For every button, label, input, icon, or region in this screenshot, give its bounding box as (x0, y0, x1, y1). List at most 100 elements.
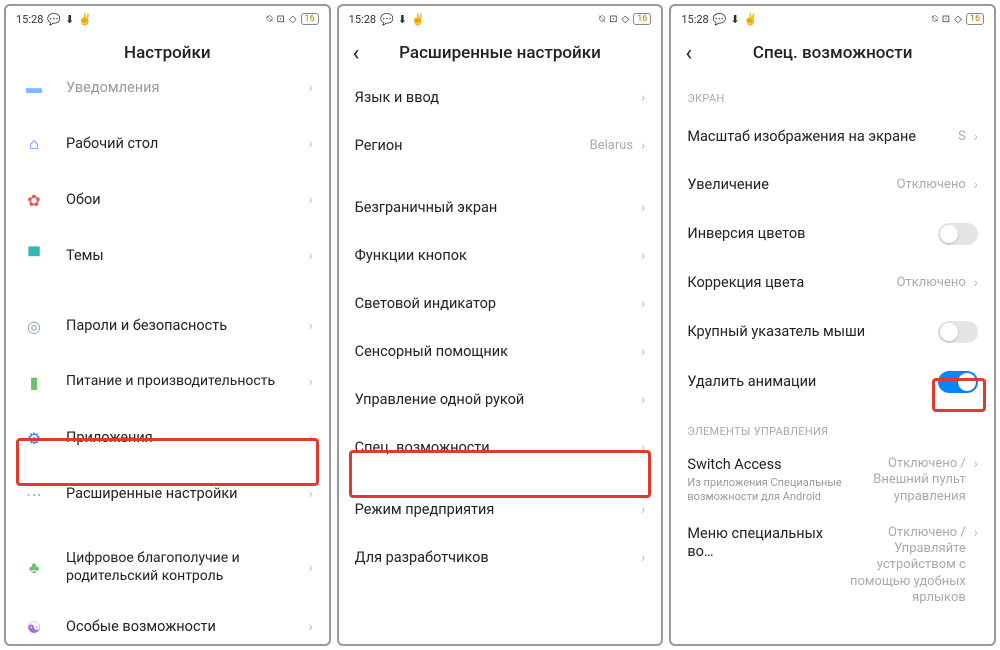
notif-icon: 💬 (380, 13, 394, 26)
chevron-right-icon: › (308, 374, 312, 390)
battery-badge: 16 (301, 13, 319, 25)
item-large-pointer[interactable]: Крупный указатель мыши (671, 307, 994, 357)
sim-icon: ⊡ (276, 14, 284, 25)
misc-icon: ✌ (744, 13, 758, 26)
battery-badge: 16 (966, 13, 984, 25)
notif-icon: 💬 (713, 13, 727, 26)
chevron-right-icon: › (974, 177, 978, 193)
flower-icon: ✿ (20, 186, 48, 214)
page-title: Расширенные настройки (399, 43, 601, 63)
item-apps[interactable]: ⚙ Приложения › (6, 410, 329, 466)
item-accessibility-menu[interactable]: Меню специальных во… Отключено / Управля… (671, 515, 994, 620)
chevron-right-icon: › (641, 440, 645, 456)
back-button[interactable]: ‹ (353, 41, 360, 66)
toggle-remove-animations[interactable] (938, 371, 978, 393)
back-button[interactable]: ‹ (685, 41, 692, 66)
status-time: 15:28 (16, 13, 43, 26)
item-region[interactable]: Регион Belarus › (339, 122, 662, 170)
item-enterprise[interactable]: Режим предприятия › (339, 486, 662, 534)
statusbar: 15:28💬⬇✌ ⍉⊡◇16 (6, 6, 329, 32)
wifi-icon: ◇ (289, 14, 297, 25)
item-led[interactable]: Световой индикатор › (339, 280, 662, 328)
sim-icon: ⊡ (609, 14, 617, 25)
item-display-size[interactable]: Масштаб изображения на экране S › (671, 113, 994, 161)
item-battery[interactable]: ▮ Питание и производительность › (6, 354, 329, 410)
dots-icon: ⋯ (20, 480, 48, 508)
item-color-correction[interactable]: Коррекция цвета Отключено › (671, 259, 994, 307)
brush-icon: ▀ (20, 242, 48, 270)
chevron-right-icon: › (308, 560, 312, 576)
item-language[interactable]: Язык и ввод › (339, 74, 662, 122)
section-screen: ЭКРАН (671, 74, 994, 113)
item-accessibility[interactable]: ☯ Особые возможности › (6, 599, 329, 644)
status-time: 15:28 (349, 13, 376, 26)
chevron-right-icon: › (641, 90, 645, 106)
item-switch-access[interactable]: Switch Access Из приложения Специальные … (671, 446, 994, 515)
accessibility-icon: ☯ (20, 613, 48, 641)
gear-icon: ⚙ (20, 424, 48, 452)
header: ‹ Спец. возможности (671, 32, 994, 74)
dnd-icon: ⍉ (932, 14, 938, 25)
header: Настройки (6, 32, 329, 74)
chevron-right-icon: › (641, 138, 645, 154)
sim-icon: ⊡ (942, 14, 950, 25)
chevron-right-icon: › (308, 486, 312, 502)
battery-icon: ▮ (20, 368, 48, 396)
misc-icon: ✌ (411, 13, 425, 26)
chevron-right-icon: › (974, 456, 978, 472)
toggle-color-inversion[interactable] (938, 223, 978, 245)
dnd-icon: ⍉ (599, 14, 605, 25)
misc-icon: ✌ (78, 13, 92, 26)
leaf-icon: ♣ (20, 554, 48, 582)
item-wellbeing[interactable]: ♣ Цифровое благополучие и родительский к… (6, 536, 329, 599)
settings-list[interactable]: ▬ Уведомления › ⌂ Рабочий стол › ✿ Обои … (6, 74, 329, 644)
chevron-right-icon: › (974, 275, 978, 291)
header: ‹ Расширенные настройки (339, 32, 662, 74)
chevron-right-icon: › (641, 296, 645, 312)
phone-screen-accessibility: 15:28💬⬇✌ ⍉⊡◇16 ‹ Спец. возможности ЭКРАН… (669, 4, 996, 646)
home-icon: ⌂ (20, 130, 48, 158)
toggle-large-pointer[interactable] (938, 321, 978, 343)
chevron-right-icon: › (308, 619, 312, 635)
sublabel: Из приложения Специальные возможности дл… (687, 476, 845, 504)
section-controls: ЭЛЕМЕНТЫ УПРАВЛЕНИЯ (671, 407, 994, 446)
dl-icon: ⬇ (730, 13, 739, 26)
item-quickball[interactable]: Сенсорный помощник › (339, 328, 662, 376)
item-security[interactable]: ◎ Пароли и безопасность › (6, 298, 329, 354)
item-accessibility[interactable]: Спец. возможности › (339, 424, 662, 472)
phone-screen-advanced: 15:28 💬 ⬇ ✌ ⍉ ⊡ ◇16 ‹ Расширенные настройки Я… (337, 4, 664, 646)
statusbar: 15:28 💬 ⬇ ✌ ⍉ ⊡ ◇16 (339, 6, 662, 32)
bell-icon: ▬ (20, 74, 48, 102)
item-notifications[interactable]: ▬ Уведомления › (6, 74, 329, 116)
item-magnification[interactable]: Увеличение Отключено › (671, 161, 994, 209)
accessibility-list[interactable]: ЭКРАН Масштаб изображения на экране S › … (671, 74, 994, 644)
item-remove-animations[interactable]: Удалить анимации (671, 357, 994, 407)
item-onehand[interactable]: Управление одной рукой › (339, 376, 662, 424)
chevron-right-icon: › (308, 248, 312, 264)
chevron-right-icon: › (641, 200, 645, 216)
phone-screen-settings: 15:28💬⬇✌ ⍉⊡◇16 Настройки ▬ Уведомления ›… (4, 4, 331, 646)
item-buttons[interactable]: Функции кнопок › (339, 232, 662, 280)
chevron-right-icon: › (641, 502, 645, 518)
chevron-right-icon: › (308, 80, 312, 96)
chevron-right-icon: › (974, 129, 978, 145)
item-fullscreen[interactable]: Безграничный экран › (339, 184, 662, 232)
battery-badge: 16 (633, 13, 651, 25)
advanced-list[interactable]: Язык и ввод › Регион Belarus › Безгранич… (339, 74, 662, 644)
item-advanced[interactable]: ⋯ Расширенные настройки › (6, 466, 329, 522)
statusbar: 15:28💬⬇✌ ⍉⊡◇16 (671, 6, 994, 32)
item-wallpaper[interactable]: ✿ Обои › (6, 172, 329, 228)
dl-icon: ⬇ (65, 13, 74, 26)
dl-icon: ⬇ (398, 13, 407, 26)
page-title: Спец. возможности (753, 43, 913, 63)
chevron-right-icon: › (641, 248, 645, 264)
item-desktop[interactable]: ⌂ Рабочий стол › (6, 116, 329, 172)
item-themes[interactable]: ▀ Темы › (6, 228, 329, 284)
item-color-inversion[interactable]: Инверсия цветов (671, 209, 994, 259)
chevron-right-icon: › (308, 192, 312, 208)
page-title: Настройки (124, 43, 211, 63)
wifi-icon: ◇ (622, 14, 630, 25)
item-developer[interactable]: Для разработчиков › (339, 534, 662, 582)
chevron-right-icon: › (308, 430, 312, 446)
wifi-icon: ◇ (954, 14, 962, 25)
